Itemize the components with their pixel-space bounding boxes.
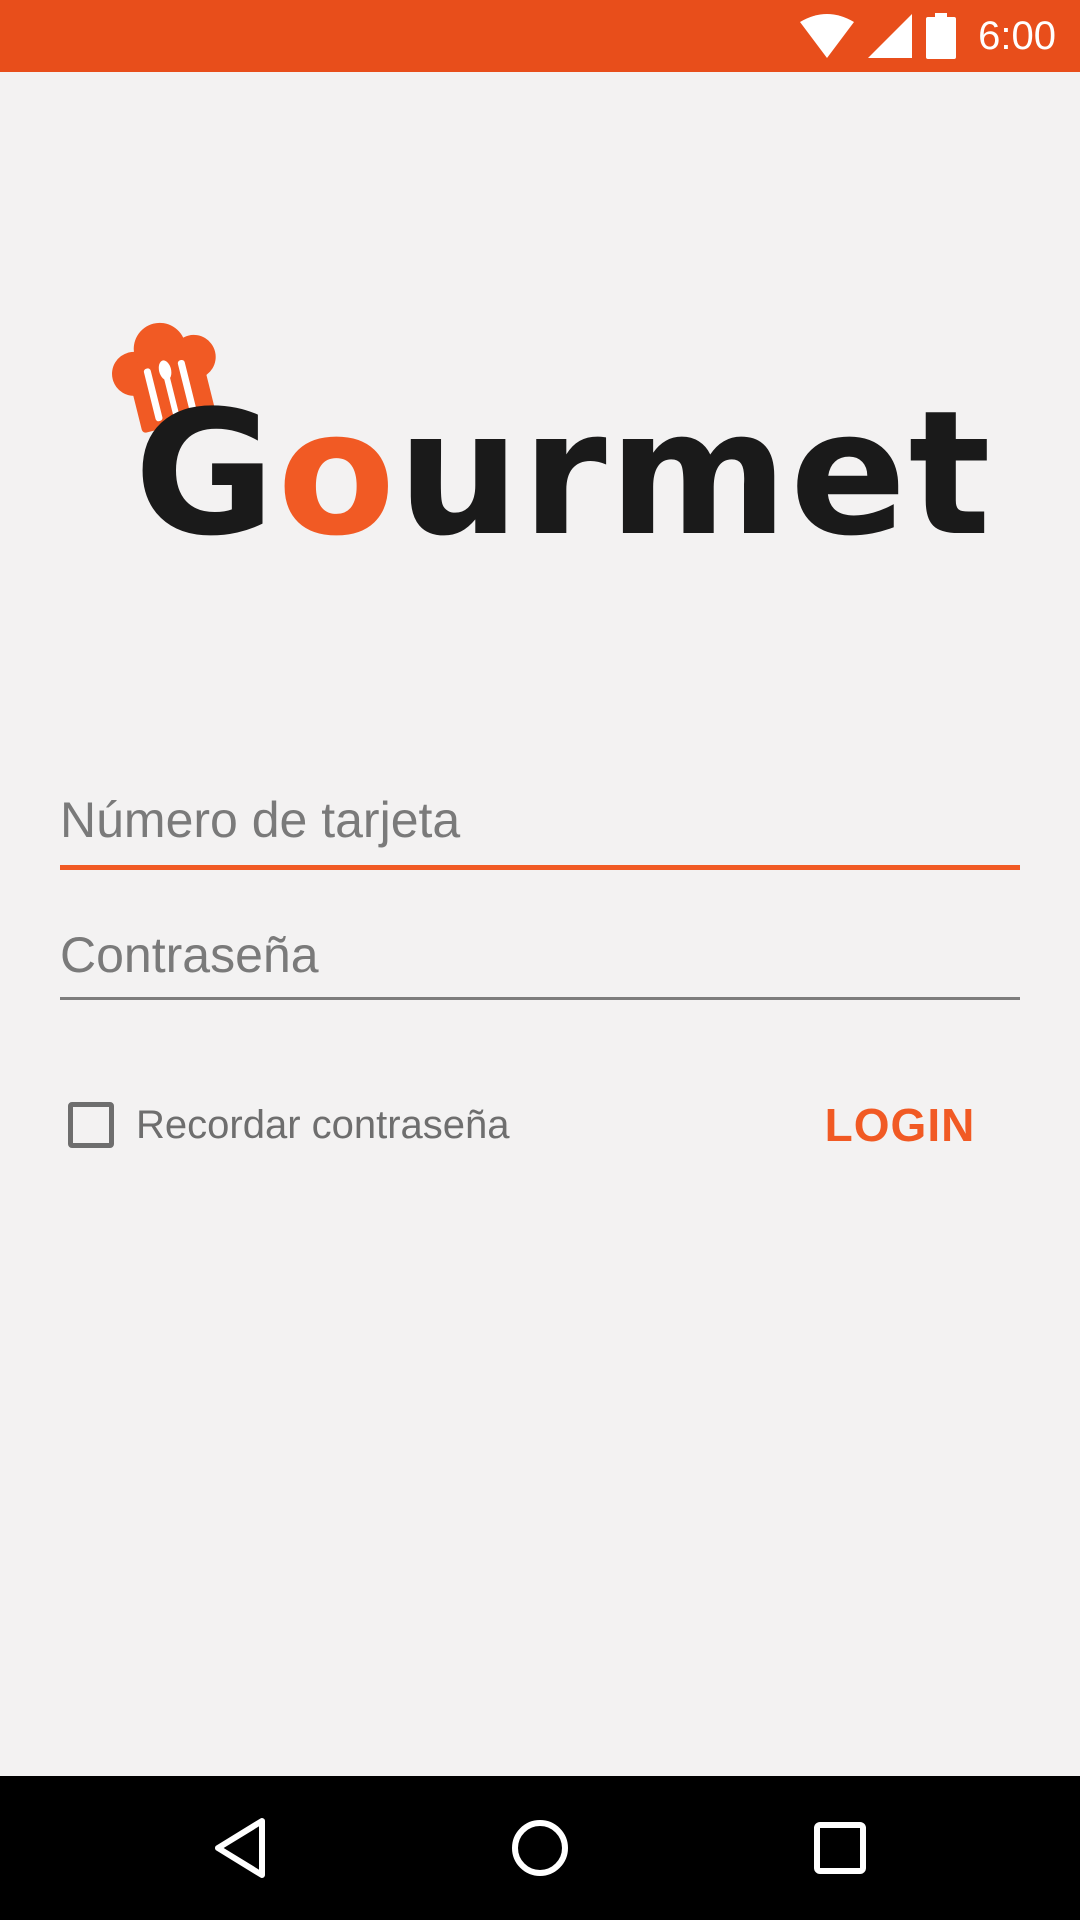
status-time: 6:00 (978, 14, 1056, 58)
gourmet-logo: Gourmet (110, 318, 991, 560)
password-field[interactable]: Contraseña (60, 925, 1020, 1000)
card-number-field[interactable]: Número de tarjeta (60, 790, 1020, 870)
card-number-placeholder: Número de tarjeta (60, 792, 461, 848)
wifi-icon (800, 14, 855, 58)
recents-icon[interactable] (810, 1816, 870, 1880)
status-icons: 6:00 (800, 0, 1056, 72)
password-placeholder: Contraseña (60, 927, 319, 983)
home-icon[interactable] (510, 1816, 570, 1880)
remember-password-row[interactable]: Recordar contraseña (68, 1097, 510, 1153)
logo-wordmark: Gourmet (134, 388, 993, 560)
back-icon[interactable] (212, 1816, 268, 1880)
status-bar: 6:00 (0, 0, 1080, 72)
logo-letter-o: o (277, 373, 398, 574)
battery-icon (926, 13, 957, 59)
signal-icon (868, 14, 913, 58)
remember-password-label: Recordar contraseña (136, 1102, 510, 1147)
navigation-bar (0, 1776, 1080, 1920)
remember-password-checkbox[interactable] (68, 1102, 114, 1148)
logo-letter-g: G (134, 373, 278, 574)
login-button[interactable]: LOGIN (800, 1093, 1000, 1157)
logo-letters-rest: urmet (397, 373, 993, 574)
